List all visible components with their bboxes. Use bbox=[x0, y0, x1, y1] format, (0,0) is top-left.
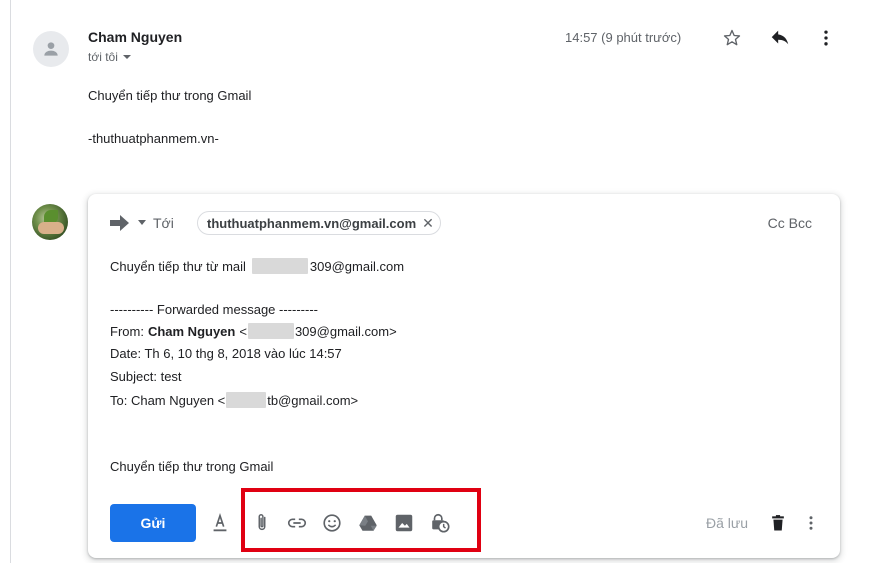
chevron-down-icon[interactable] bbox=[138, 220, 146, 225]
date-line: Date: Th 6, 10 thg 8, 2018 vào lúc 14:57 bbox=[110, 346, 342, 361]
forwarded-header: ---------- Forwarded message --------- bbox=[110, 302, 318, 317]
more-vert-icon[interactable] bbox=[799, 511, 823, 535]
body-text: 309@gmail.com bbox=[309, 258, 405, 274]
redacted-block bbox=[251, 258, 308, 274]
from-name: Cham Nguyen bbox=[147, 323, 236, 339]
close-icon[interactable]: ✕ bbox=[422, 216, 434, 230]
compose-footer-line: Chuyển tiếp thư trong Gmail bbox=[110, 459, 274, 474]
compose-body-line[interactable]: Chuyển tiếp thư từ mail 309@gmail.com bbox=[110, 258, 404, 274]
from-email-suffix: 309@gmail.com> bbox=[294, 323, 397, 339]
to-email-suffix: tb@gmail.com> bbox=[267, 392, 359, 408]
person-icon bbox=[44, 42, 58, 56]
send-button[interactable]: Gửi bbox=[110, 504, 196, 542]
redacted-block bbox=[226, 392, 267, 408]
sender-avatar[interactable] bbox=[33, 31, 69, 67]
trash-icon[interactable] bbox=[766, 511, 790, 535]
from-label: From: bbox=[110, 323, 144, 339]
user-avatar[interactable] bbox=[32, 204, 68, 240]
from-open: < bbox=[239, 323, 247, 339]
sender-name[interactable]: Cham Nguyen bbox=[88, 29, 182, 45]
star-icon[interactable] bbox=[720, 26, 744, 50]
cc-bcc-link[interactable]: Cc Bcc bbox=[768, 215, 812, 231]
format-text-icon[interactable] bbox=[208, 511, 232, 535]
recipient-label: tới tôi bbox=[88, 50, 118, 64]
to-label: Tới bbox=[153, 215, 174, 231]
email-message: Cham Nguyen tới tôi 14:57 (9 phút trước)… bbox=[0, 0, 870, 175]
message-body-line: Chuyển tiếp thư trong Gmail bbox=[88, 88, 252, 103]
from-line: From: Cham Nguyen < 309@gmail.com> bbox=[110, 323, 397, 339]
chevron-down-icon bbox=[122, 55, 131, 59]
body-text: Chuyển tiếp thư từ mail bbox=[110, 258, 246, 274]
recipient-chip-email: thuthuatphanmem.vn@gmail.com bbox=[207, 215, 417, 231]
forward-icon[interactable] bbox=[110, 214, 130, 237]
recipient-row: Tới thuthuatphanmem.vn@gmail.com ✕ Cc Bc… bbox=[88, 194, 840, 252]
subject-line: Subject: test bbox=[110, 369, 182, 384]
message-body-line: -thuthuatphanmem.vn- bbox=[88, 131, 219, 146]
recipient-details-toggle[interactable]: tới tôi bbox=[88, 50, 132, 64]
to-prefix: To: Cham Nguyen < bbox=[110, 392, 226, 408]
redacted-block bbox=[247, 323, 294, 339]
saved-status: Đã lưu bbox=[706, 515, 749, 531]
message-time: 14:57 (9 phút trước) bbox=[565, 30, 682, 45]
to-line: To: Cham Nguyen < tb@gmail.com> bbox=[110, 392, 358, 408]
more-vert-icon[interactable] bbox=[814, 26, 838, 50]
reply-icon[interactable] bbox=[768, 26, 792, 50]
highlight-box bbox=[241, 488, 481, 552]
recipient-chip[interactable]: thuthuatphanmem.vn@gmail.com ✕ bbox=[197, 211, 441, 235]
